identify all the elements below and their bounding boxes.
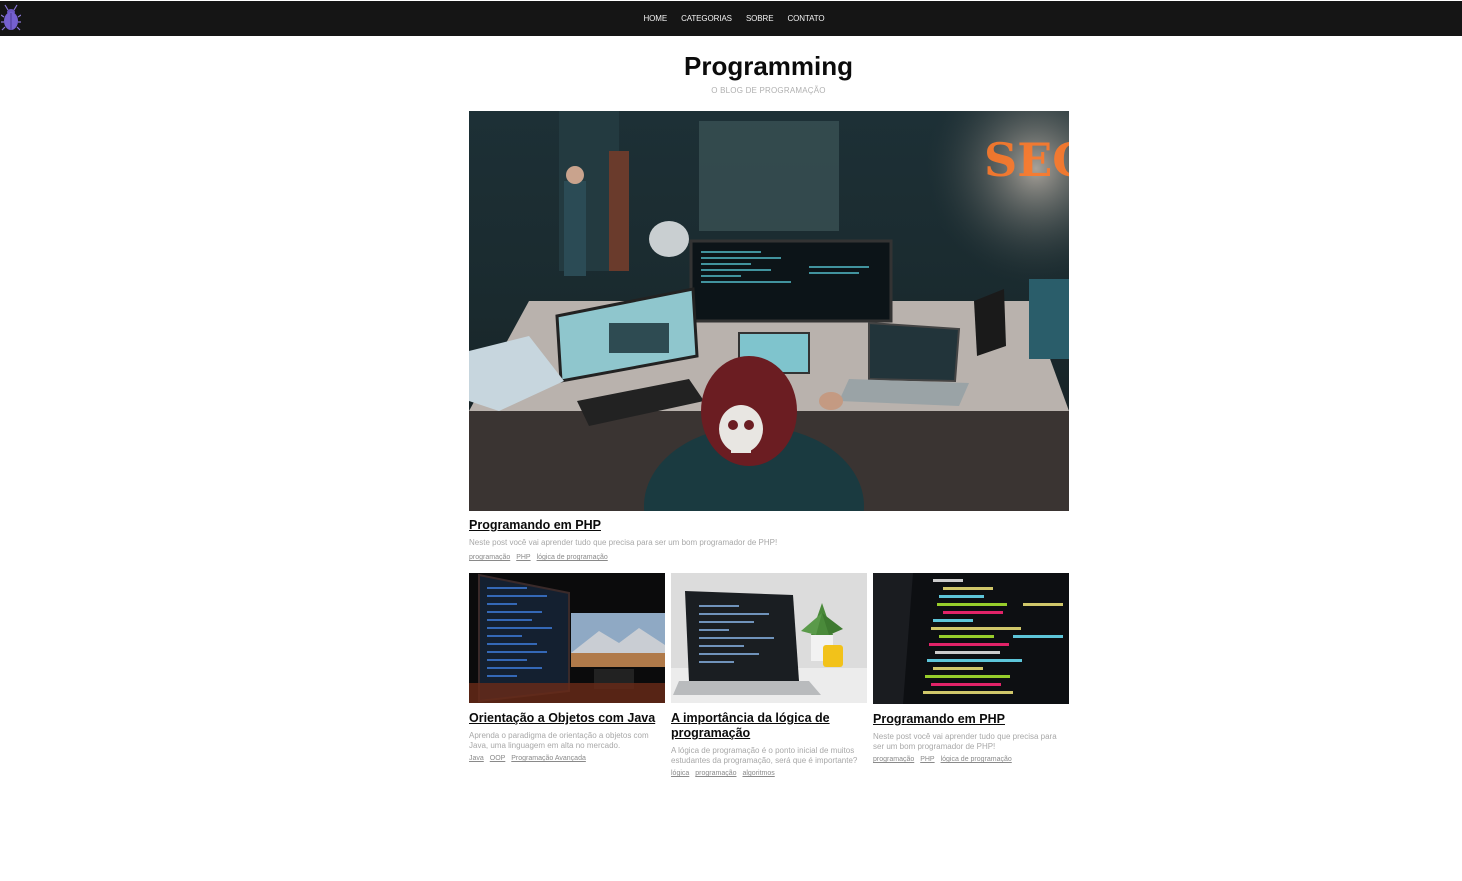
post-card: A importância da lógica de programação A…: [671, 573, 867, 777]
nav-contato-link[interactable]: CONTATO: [787, 14, 824, 23]
svg-text:SEG: SEG: [984, 133, 1069, 187]
tag-link[interactable]: programação: [469, 554, 510, 561]
featured-post-title[interactable]: Programando em PHP: [469, 518, 601, 532]
tag-link[interactable]: lógica de programação: [537, 554, 608, 561]
tag-link[interactable]: programação: [695, 770, 736, 777]
post-card-title[interactable]: A importância da lógica de programação: [671, 711, 867, 741]
tag-link[interactable]: PHP: [920, 756, 934, 763]
post-card: Orientação a Objetos com Java Aprenda o …: [469, 573, 665, 762]
post-card-excerpt: Neste post você vai aprender tudo que pr…: [873, 732, 1057, 751]
top-navbar: HOME CATEGORIAS SOBRE CONTATO: [0, 1, 1462, 36]
tag-link[interactable]: Programação Avançada: [511, 755, 586, 762]
nav-sobre-link[interactable]: SOBRE: [746, 14, 774, 23]
post-card-image[interactable]: [469, 573, 665, 703]
featured-post-image[interactable]: SEG: [469, 111, 1069, 511]
tag-link[interactable]: PHP: [516, 554, 530, 561]
featured-post-tags: programação PHP lógica de programação: [469, 554, 612, 561]
tag-link[interactable]: programação: [873, 756, 914, 763]
post-card-tags: programação PHP lógica de programação: [873, 756, 1069, 763]
nav-categorias-link[interactable]: CATEGORIAS: [681, 14, 732, 23]
nav-home-link[interactable]: HOME: [643, 14, 667, 23]
tag-link[interactable]: algoritmos: [742, 770, 774, 777]
tag-link[interactable]: lógica de programação: [941, 756, 1012, 763]
site-title: Programming: [683, 51, 854, 81]
post-card-excerpt: Aprenda o paradigma de orientação a obje…: [469, 731, 649, 750]
post-card-tags: lógica programação algoritmos: [671, 770, 867, 777]
post-card-image[interactable]: [671, 573, 867, 703]
featured-post-excerpt: Neste post você vai aprender tudo que pr…: [469, 538, 778, 547]
post-card-title[interactable]: Programando em PHP: [873, 712, 1069, 727]
tag-link[interactable]: Java: [469, 755, 484, 762]
post-card-image[interactable]: [873, 573, 1069, 704]
post-card-title[interactable]: Orientação a Objetos com Java: [469, 711, 665, 726]
site-subtitle: O BLOG DE PROGRAMAÇÃO: [711, 86, 826, 95]
post-card: Programando em PHP Neste post você vai a…: [873, 573, 1069, 763]
post-card-excerpt: A lógica de programação é o ponto inicia…: [671, 746, 858, 765]
main-menu: HOME CATEGORIAS SOBRE CONTATO: [0, 1, 1462, 36]
tag-link[interactable]: OOP: [490, 755, 506, 762]
post-card-tags: Java OOP Programação Avançada: [469, 755, 665, 762]
tag-link[interactable]: lógica: [671, 770, 689, 777]
